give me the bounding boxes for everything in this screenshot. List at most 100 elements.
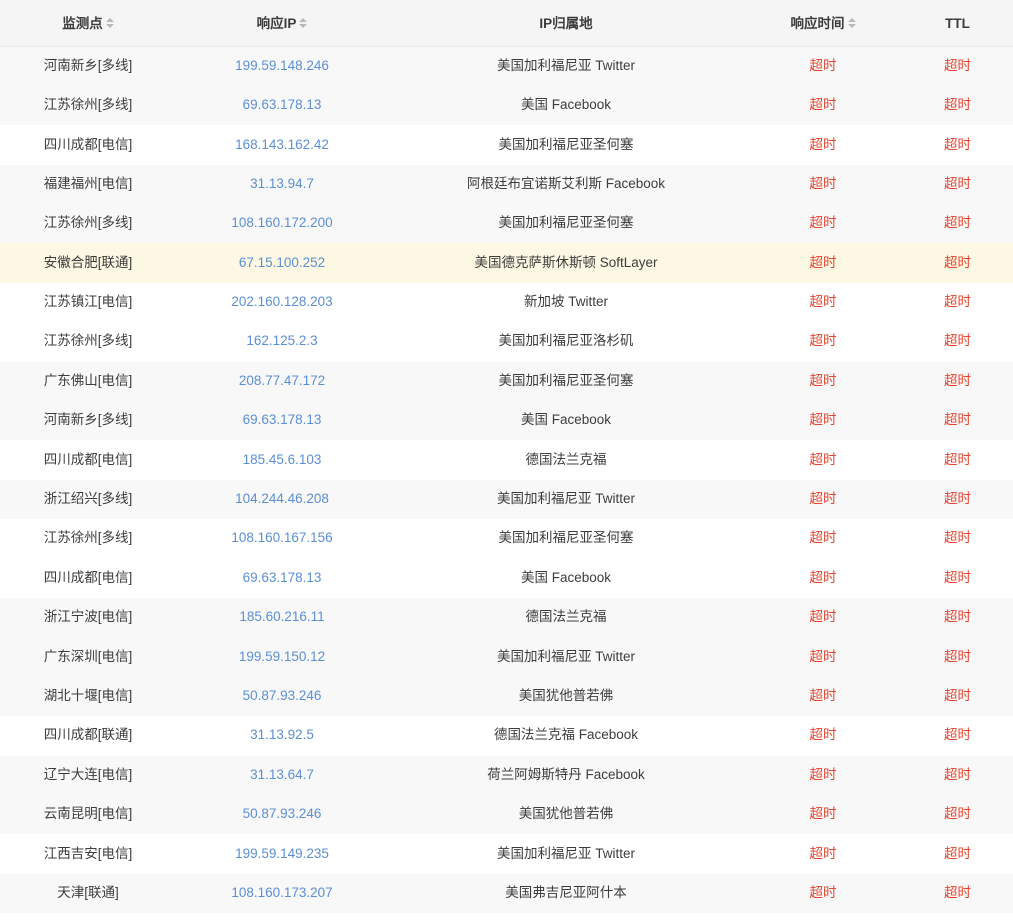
- cell-monitor-node: 江苏徐州[多线]: [43, 530, 133, 546]
- table-row[interactable]: 四川成都[电信] 168.143.162.42 美国加利福尼亚圣何塞 超时 超时: [0, 125, 1013, 165]
- response-ip-link[interactable]: 185.60.216.11: [239, 609, 324, 624]
- response-ip-link[interactable]: 104.244.46.208: [235, 491, 329, 506]
- response-ip-link[interactable]: 31.13.92.5: [250, 727, 314, 742]
- response-ip-link[interactable]: 108.160.173.207: [231, 885, 332, 900]
- column-header-label: 监测点: [62, 15, 103, 31]
- table-row[interactable]: 河南新乡[多线] 199.59.148.246 美国加利福尼亚 Twitter 超时 超…: [0, 46, 1013, 86]
- response-ip-link[interactable]: 199.59.148.246: [235, 58, 329, 73]
- response-ip-link[interactable]: 168.143.162.42: [235, 137, 329, 152]
- cell-response-ip: 108.160.167.156: [176, 519, 388, 558]
- sort-updown-icon[interactable]: [847, 18, 856, 29]
- cell-ip-location: 美国 Facebook: [520, 569, 612, 585]
- table-row[interactable]: 福建福州[电信] 31.13.94.7 阿根廷布宜诺斯艾利斯 Facebook 超时 超…: [0, 164, 1013, 205]
- cell-response-time: 超时: [809, 254, 837, 270]
- table-row[interactable]: 江苏徐州[多线] 162.125.2.3 美国加利福尼亚洛杉矶 超时 超时: [0, 322, 1013, 362]
- cell-monitor-node: 四川成都[联通]: [43, 727, 133, 743]
- cell-ip-location: 美国弗吉尼亚阿什本: [505, 884, 627, 900]
- cell-monitor-node: 江苏徐州[多线]: [43, 333, 133, 349]
- table-row[interactable]: 云南昆明[电信] 50.87.93.246 美国犹他普若佛 超时 超时: [0, 794, 1013, 835]
- cell-response-time: 超时: [809, 609, 837, 625]
- cell-ttl: 超时: [944, 412, 971, 428]
- table-row[interactable]: 四川成都[联通] 31.13.92.5 德国法兰克福 Facebook 超时 超时: [0, 716, 1013, 756]
- cell-ttl: 超时: [944, 845, 971, 861]
- cell-response-time: 超时: [809, 569, 837, 585]
- cell-ttl: 超时: [944, 333, 971, 349]
- table-row[interactable]: 广东深圳[电信] 199.59.150.12 美国加利福尼亚 Twitter 超时 超时: [0, 637, 1013, 677]
- cell-response-time: 超时: [809, 648, 837, 664]
- cell-ttl: 超时: [944, 294, 971, 310]
- table-row[interactable]: 辽宁大连[电信] 31.13.64.7 荷兰阿姆斯特丹 Facebook 超时 超时: [0, 755, 1013, 795]
- table-row[interactable]: 四川成都[电信] 69.63.178.13 美国 Facebook 超时 超时: [0, 558, 1013, 598]
- cell-response-ip: 199.59.149.235: [176, 834, 388, 873]
- cell-ttl: 超时: [944, 884, 971, 900]
- cell-ttl: 超时: [944, 727, 971, 743]
- cell-ip-location: 新加坡 Twitter: [523, 294, 608, 310]
- column-header-ip[interactable]: 响应IP: [176, 0, 388, 47]
- table-row[interactable]: 江苏镇江[电信] 202.160.128.203 新加坡 Twitter 超时 超时: [0, 282, 1013, 323]
- table-row[interactable]: 浙江宁波[电信] 185.60.216.11 德国法兰克福 超时 超时: [0, 597, 1013, 638]
- table-row[interactable]: 天津[联通] 108.160.173.207 美国弗吉尼亚阿什本 超时 超时: [0, 873, 1013, 914]
- cell-ip-location: 美国加利福尼亚圣何塞: [498, 136, 634, 152]
- cell-monitor-node: 广东深圳[电信]: [43, 648, 133, 664]
- cell-response-time: 超时: [809, 806, 837, 822]
- column-header-inner: 监测点: [62, 15, 114, 31]
- response-ip-link[interactable]: 208.77.47.172: [239, 373, 325, 388]
- ping-results-table: 监测点 响应IP IP归属地 响应时间 TTL 河南新乡[多线] 199.59.148.2…: [0, 0, 1013, 914]
- response-ip-link[interactable]: 69.63.178.13: [243, 412, 322, 427]
- cell-ttl: 超时: [944, 530, 971, 546]
- table-body: 河南新乡[多线] 199.59.148.246 美国加利福尼亚 Twitter 超时超…: [0, 46, 1013, 914]
- column-header-location: IP归属地: [388, 0, 744, 47]
- table-row[interactable]: 四川成都[电信] 185.45.6.103 德国法兰克福 超时 超时: [0, 440, 1013, 480]
- response-ip-link[interactable]: 31.13.64.7: [250, 767, 314, 782]
- table-row[interactable]: 江苏徐州[多线] 108.160.167.156 美国加利福尼亚圣何塞 超时 超时: [0, 519, 1013, 559]
- table-row[interactable]: 江苏徐州[多线] 108.160.172.200 美国加利福尼亚圣何塞 超时 超时: [0, 204, 1013, 244]
- cell-monitor-node: 四川成都[电信]: [43, 136, 133, 152]
- response-ip-link[interactable]: 31.13.94.7: [250, 176, 314, 191]
- cell-response-time: 超时: [809, 491, 837, 507]
- cell-ip-location: 美国加利福尼亚圣何塞: [498, 530, 634, 546]
- response-ip-link[interactable]: 50.87.93.246: [243, 806, 322, 821]
- response-ip-link[interactable]: 69.63.178.13: [243, 97, 322, 112]
- response-ip-link[interactable]: 69.63.178.13: [243, 570, 322, 585]
- response-ip-link[interactable]: 199.59.149.235: [235, 846, 329, 861]
- table-row[interactable]: 广东佛山[电信] 208.77.47.172 美国加利福尼亚圣何塞 超时 超时: [0, 361, 1013, 402]
- table-row[interactable]: 江西吉安[电信] 199.59.149.235 美国加利福尼亚 Twitter 超时 超…: [0, 834, 1013, 874]
- response-ip-link[interactable]: 67.15.100.252: [239, 255, 325, 270]
- cell-response-ip: 162.125.2.3: [176, 322, 388, 361]
- column-header-inner: 响应时间: [791, 16, 856, 31]
- sort-updown-icon[interactable]: [105, 18, 114, 29]
- table-row[interactable]: 江苏徐州[多线] 69.63.178.13 美国 Facebook 超时 超时: [0, 85, 1013, 126]
- table-row[interactable]: 安徽合肥[联通] 67.15.100.252 美国德克萨斯休斯顿 SoftLayer…: [0, 243, 1013, 283]
- cell-ip-location: 德国法兰克福: [525, 609, 607, 625]
- response-ip-link[interactable]: 185.45.6.103: [243, 452, 322, 467]
- cell-response-ip: 199.59.150.12: [176, 637, 388, 676]
- cell-ip-location: 美国犹他普若佛: [518, 688, 614, 703]
- cell-ttl: 超时: [944, 688, 971, 703]
- cell-ip-location: 荷兰阿姆斯特丹 Facebook: [487, 766, 645, 782]
- column-header-node[interactable]: 监测点: [0, 0, 176, 47]
- cell-response-time: 超时: [809, 294, 837, 310]
- cell-response-time: 超时: [809, 136, 837, 152]
- response-ip-link[interactable]: 108.160.167.156: [231, 530, 332, 545]
- table-header: 监测点 响应IP IP归属地 响应时间 TTL: [0, 0, 1013, 47]
- cell-response-time: 超时: [809, 530, 837, 546]
- cell-ip-location: 美国加利福尼亚 Twitter: [496, 845, 635, 861]
- table-row[interactable]: 河南新乡[多线] 69.63.178.13 美国 Facebook 超时 超时: [0, 401, 1013, 441]
- cell-monitor-node: 安徽合肥[联通]: [43, 254, 133, 270]
- response-ip-link[interactable]: 108.160.172.200: [231, 215, 332, 230]
- response-ip-link[interactable]: 50.87.93.246: [243, 688, 322, 703]
- column-header-inner: IP归属地: [539, 16, 592, 31]
- cell-response-ip: 69.63.178.13: [176, 559, 388, 598]
- response-ip-link[interactable]: 162.125.2.3: [246, 333, 317, 348]
- cell-ip-location: 美国加利福尼亚圣何塞: [498, 215, 634, 231]
- cell-ttl: 超时: [944, 175, 971, 191]
- column-header-rt[interactable]: 响应时间: [744, 0, 902, 47]
- sort-updown-icon[interactable]: [299, 18, 308, 29]
- response-ip-link[interactable]: 202.160.128.203: [231, 294, 332, 309]
- cell-ttl: 超时: [944, 372, 971, 388]
- table-row[interactable]: 湖北十堰[电信] 50.87.93.246 美国犹他普若佛 超时 超时: [0, 676, 1013, 717]
- response-ip-link[interactable]: 199.59.150.12: [239, 649, 325, 664]
- cell-ip-location: 美国犹他普若佛: [518, 806, 614, 822]
- cell-ip-location: 德国法兰克福 Facebook: [493, 727, 639, 743]
- table-row[interactable]: 浙江绍兴[多线] 104.244.46.208 美国加利福尼亚 Twitter 超时 超…: [0, 479, 1013, 520]
